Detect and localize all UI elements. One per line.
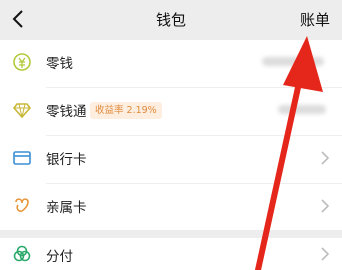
wallet-item-label: 分付	[46, 249, 73, 265]
wallet-list: 零钱 零钱通 收益率 2.19% 银行卡 亲属卡	[0, 40, 342, 230]
wallet-item-bank-card[interactable]: 银行卡	[0, 136, 342, 180]
wallet-item-change[interactable]: 零钱	[0, 40, 342, 84]
wallet-item-label: 银行卡	[46, 152, 87, 168]
wallet-item-label: 零钱	[46, 56, 73, 72]
bill-button[interactable]: 账单	[300, 9, 330, 30]
chevron-right-icon	[321, 199, 330, 213]
bank-card-icon	[13, 151, 31, 165]
installment-icon	[13, 245, 31, 262]
hidden-balance	[278, 105, 326, 114]
family-card-icon	[15, 198, 29, 212]
diamond-icon	[12, 103, 32, 119]
wallet-item-label: 零钱通	[46, 104, 87, 120]
wallet-item-label: 亲属卡	[46, 200, 87, 216]
yield-badge: 收益率 2.19%	[90, 102, 162, 119]
section-gap	[0, 230, 342, 238]
wallet-item-installment[interactable]: 分付	[0, 238, 342, 270]
wallet-item-family-card[interactable]: 亲属卡	[0, 184, 342, 228]
hidden-balance	[262, 57, 324, 66]
chevron-right-icon	[321, 151, 330, 165]
coin-icon	[13, 53, 31, 71]
wallet-item-lingqiantong[interactable]: 零钱通 收益率 2.19%	[0, 88, 342, 132]
navbar: 钱包 账单	[0, 0, 342, 40]
page-title: 钱包	[155, 11, 186, 29]
chevron-right-icon	[321, 247, 330, 261]
